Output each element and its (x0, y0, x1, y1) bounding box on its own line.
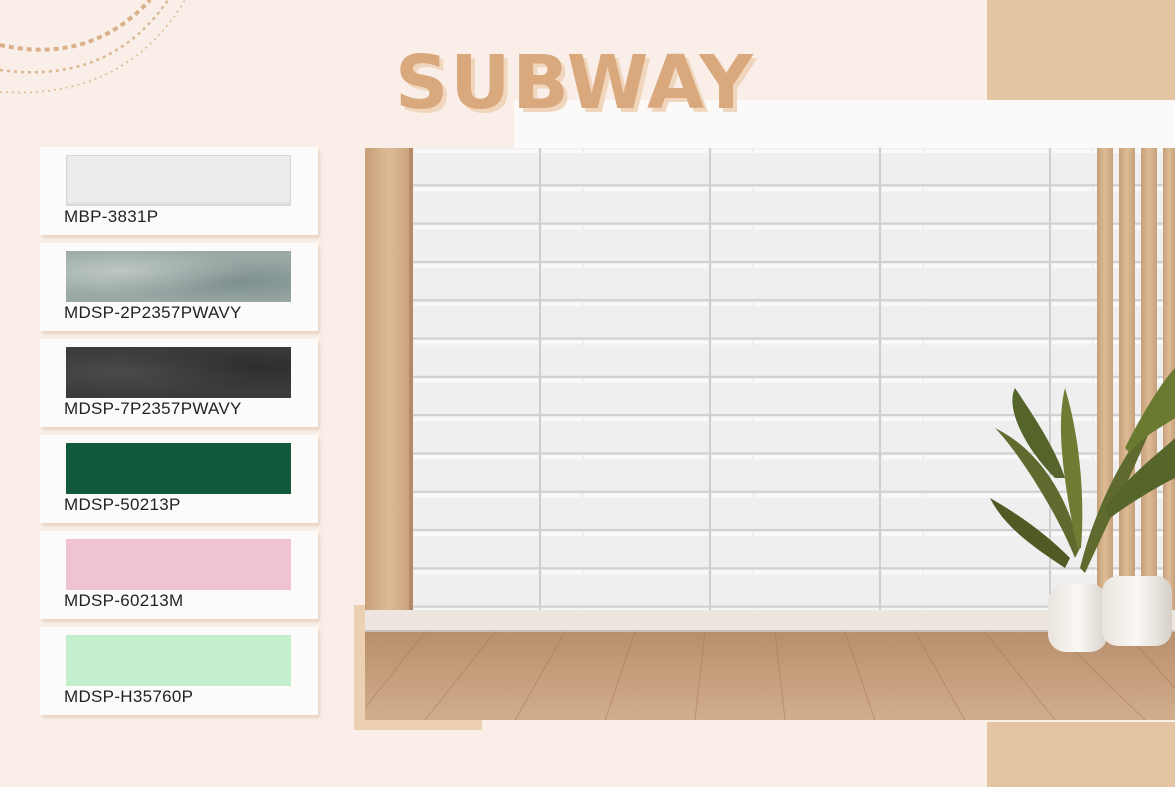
swatch-color (66, 635, 291, 686)
page-title: SUBWAY (395, 40, 755, 126)
swatch-card[interactable]: MDSP-2P2357PWAVY (40, 243, 318, 331)
room-illustration (365, 148, 1175, 720)
swatch-card[interactable]: MDSP-60213M (40, 531, 318, 619)
swatch-code: MDSP-7P2357PWAVY (64, 399, 242, 418)
swatch-card[interactable]: MDSP-50213P (40, 435, 318, 523)
swatch-code: MDSP-60213M (64, 591, 184, 610)
room-scene-photo (365, 148, 1175, 720)
swatch-code: MDSP-50213P (64, 495, 181, 514)
swatch-card[interactable]: MBP-3831P (40, 147, 318, 235)
swatch-color (66, 347, 291, 398)
swatch-color (66, 443, 291, 494)
accent-block-top (987, 0, 1175, 100)
swatch-list: MBP-3831P MDSP-2P2357PWAVY MDSP-7P2357PW… (40, 147, 318, 723)
swatch-color (66, 251, 291, 302)
swatch-code: MDSP-H35760P (64, 687, 194, 706)
swatch-color (66, 539, 291, 590)
swatch-card[interactable]: MDSP-7P2357PWAVY (40, 339, 318, 427)
swatch-card[interactable]: MDSP-H35760P (40, 627, 318, 715)
swatch-color (66, 155, 291, 206)
swatch-code: MBP-3831P (64, 207, 159, 226)
decorative-arcs (0, 0, 186, 94)
accent-block-bottom (987, 722, 1175, 787)
swatch-code: MDSP-2P2357PWAVY (64, 303, 242, 322)
